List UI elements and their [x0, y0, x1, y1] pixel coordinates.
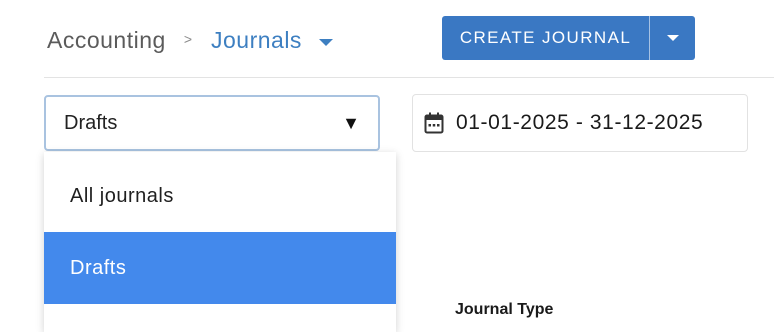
breadcrumb: Accounting > Journals [47, 24, 333, 56]
calendar-icon [423, 112, 445, 134]
menu-item-all-journals[interactable]: All journals [44, 160, 396, 232]
date-range-picker[interactable]: 01-01-2025 - 31-12-2025 [412, 94, 748, 152]
journal-filter-value: Drafts [64, 111, 118, 134]
breadcrumb-accounting[interactable]: Accounting [47, 27, 166, 54]
page-header: Accounting > Journals CREATE JOURNAL [0, 0, 774, 78]
header-divider [44, 77, 774, 78]
create-journal-button-group: CREATE JOURNAL [442, 16, 695, 60]
breadcrumb-journals-dropdown[interactable]: Journals [211, 27, 333, 54]
create-journal-button[interactable]: CREATE JOURNAL [442, 16, 649, 60]
select-arrow-icon: ▼ [342, 113, 360, 133]
journal-filter-menu: All journals Drafts [44, 152, 396, 332]
breadcrumb-separator: > [183, 31, 192, 47]
menu-item-drafts[interactable]: Drafts [44, 232, 396, 304]
caret-down-icon [318, 38, 333, 46]
create-journal-more-button[interactable] [649, 16, 695, 60]
journal-filter-select[interactable]: Drafts ▼ [44, 95, 380, 151]
date-range-value: 01-01-2025 - 31-12-2025 [456, 111, 704, 134]
breadcrumb-journals-label: Journals [211, 26, 302, 53]
caret-down-icon [666, 35, 679, 41]
column-header-journal-type[interactable]: Journal Type [455, 301, 553, 319]
